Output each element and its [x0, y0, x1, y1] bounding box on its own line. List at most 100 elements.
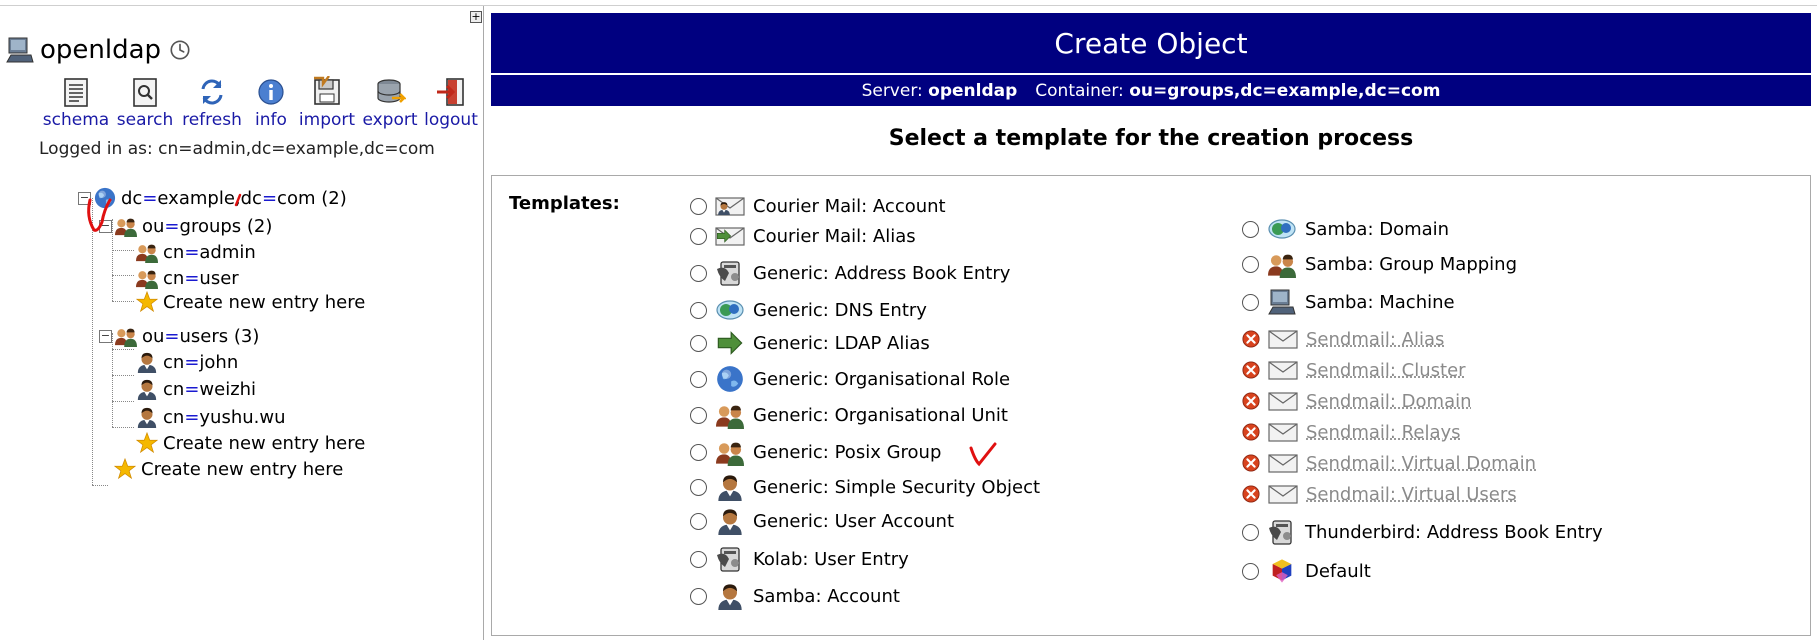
- tree-create-new-groups[interactable]: Create new entry here: [136, 289, 365, 315]
- template-option[interactable]: Courier Mail: Alias: [690, 221, 916, 251]
- template-label: Sendmail: Virtual Domain: [1306, 452, 1537, 474]
- tree-node-cn-admin[interactable]: cn=admin: [136, 239, 256, 265]
- tree-entry-label[interactable]: cn=john: [163, 352, 238, 373]
- info-button[interactable]: info: [246, 76, 296, 130]
- template-radio[interactable]: [690, 550, 707, 568]
- template-radio[interactable]: [690, 197, 707, 215]
- tree-create-new-users[interactable]: Create new entry here: [136, 430, 365, 456]
- template-label[interactable]: Kolab: User Entry: [753, 549, 909, 570]
- tree-users-label[interactable]: ou=users (3): [142, 326, 259, 347]
- template-label[interactable]: Generic: Posix Group: [753, 442, 941, 463]
- create-new-entry-link[interactable]: Create new entry here: [163, 292, 365, 313]
- mail-icon: [1268, 418, 1298, 446]
- template-radio[interactable]: [1242, 523, 1259, 541]
- template-label[interactable]: Thunderbird: Address Book Entry: [1305, 522, 1603, 543]
- template-option[interactable]: Thunderbird: Address Book Entry: [1242, 517, 1603, 547]
- template-radio[interactable]: [1242, 562, 1259, 580]
- template-radio[interactable]: [690, 406, 707, 424]
- export-button[interactable]: export: [358, 76, 422, 130]
- tree-node-root[interactable]: − dc=example,dc=com (2): [78, 185, 347, 211]
- create-new-entry-link[interactable]: Create new entry here: [163, 433, 365, 454]
- create-new-entry-link[interactable]: Create new entry here: [141, 459, 343, 480]
- refresh-button[interactable]: refresh: [178, 76, 246, 130]
- template-label[interactable]: Generic: Address Book Entry: [753, 263, 1010, 284]
- template-radio[interactable]: [690, 478, 707, 496]
- template-label[interactable]: Generic: Organisational Role: [753, 369, 1010, 390]
- template-option[interactable]: Generic: User Account: [690, 506, 954, 536]
- template-label[interactable]: Generic: User Account: [753, 511, 954, 532]
- template-option[interactable]: Generic: DNS Entry: [690, 295, 927, 325]
- clock-icon[interactable]: [169, 39, 191, 61]
- template-radio[interactable]: [690, 587, 707, 605]
- search-button[interactable]: search: [112, 76, 178, 130]
- template-option[interactable]: Generic: LDAP Alias: [690, 328, 930, 358]
- template-radio[interactable]: [690, 334, 707, 352]
- x-icon: [1242, 361, 1260, 379]
- import-button[interactable]: import: [296, 76, 358, 130]
- template-radio[interactable]: [690, 301, 707, 319]
- template-label[interactable]: Courier Mail: Account: [753, 196, 946, 217]
- template-option[interactable]: Default: [1242, 556, 1371, 586]
- tree-create-new-root[interactable]: Create new entry here: [114, 456, 343, 482]
- tree-entry-label[interactable]: cn=admin: [163, 242, 256, 263]
- checkmark-annotation: [969, 442, 997, 467]
- collapse-toggle[interactable]: −: [99, 329, 112, 343]
- template-option-disabled: Sendmail: Cluster: [1242, 355, 1466, 385]
- template-radio[interactable]: [1242, 255, 1259, 273]
- template-option[interactable]: Samba: Account: [690, 581, 900, 611]
- template-label[interactable]: Default: [1305, 561, 1371, 582]
- template-radio[interactable]: [1242, 293, 1259, 311]
- template-radio[interactable]: [690, 443, 707, 461]
- tree-entry-label[interactable]: cn=weizhi: [163, 379, 256, 400]
- template-option[interactable]: Samba: Group Mapping: [1242, 249, 1517, 279]
- template-label[interactable]: Courier Mail: Alias: [753, 226, 916, 247]
- template-option[interactable]: Kolab: User Entry: [690, 544, 909, 574]
- arrow-icon: [715, 329, 745, 357]
- x-icon: [1242, 423, 1260, 441]
- template-radio[interactable]: [1242, 220, 1259, 238]
- schema-button[interactable]: schema: [40, 76, 112, 130]
- tree-connector: [112, 401, 134, 402]
- template-option[interactable]: Generic: Simple Security Object: [690, 472, 1040, 502]
- tree-node-groups[interactable]: − ou=groups (2): [99, 213, 272, 239]
- server-name[interactable]: openldap: [40, 35, 161, 65]
- template-option[interactable]: Courier Mail: Account: [690, 191, 946, 221]
- template-option[interactable]: Generic: Address Book Entry: [690, 258, 1010, 288]
- user-icon: [136, 351, 158, 373]
- tree-node-users[interactable]: − ou=users (3): [99, 323, 259, 349]
- template-label[interactable]: Samba: Group Mapping: [1305, 254, 1517, 275]
- template-radio[interactable]: [690, 370, 707, 388]
- tree-groups-label[interactable]: ou=groups (2): [142, 216, 272, 237]
- template-radio[interactable]: [690, 227, 707, 245]
- logout-label: logout: [424, 110, 478, 130]
- template-option[interactable]: Samba: Domain: [1242, 214, 1449, 244]
- logout-icon: [437, 78, 464, 106]
- select-template-heading: Select a template for the creation proce…: [888, 126, 1414, 151]
- tree-entry-label[interactable]: cn=user: [163, 268, 239, 289]
- template-radio[interactable]: [690, 512, 707, 530]
- template-label[interactable]: Generic: Organisational Unit: [753, 405, 1008, 426]
- template-option[interactable]: Generic: Organisational Unit: [690, 400, 1008, 430]
- user-icon: [715, 582, 745, 610]
- star-icon: [136, 291, 158, 313]
- tree-node-cn-john[interactable]: cn=john: [136, 349, 238, 375]
- template-label[interactable]: Samba: Account: [753, 586, 900, 607]
- tree-node-cn-yushu[interactable]: cn=yushu.wu: [136, 404, 286, 430]
- template-label[interactable]: Generic: LDAP Alias: [753, 333, 930, 354]
- template-label[interactable]: Generic: Simple Security Object: [753, 477, 1040, 498]
- collapse-pane-button[interactable]: +: [470, 11, 482, 23]
- template-option[interactable]: Generic: Organisational Role: [690, 364, 1010, 394]
- default-icon: [1267, 557, 1297, 585]
- template-radio[interactable]: [690, 264, 707, 282]
- template-option[interactable]: Samba: Machine: [1242, 287, 1455, 317]
- logout-button[interactable]: logout: [422, 76, 480, 130]
- template-label[interactable]: Samba: Machine: [1305, 292, 1455, 313]
- tree-connector: [112, 349, 134, 350]
- template-option[interactable]: Generic: Posix Group: [690, 437, 941, 467]
- tree-node-cn-weizhi[interactable]: cn=weizhi: [136, 376, 256, 402]
- tree-entry-label[interactable]: cn=yushu.wu: [163, 407, 286, 428]
- template-label[interactable]: Generic: DNS Entry: [753, 300, 927, 321]
- template-label[interactable]: Samba: Domain: [1305, 219, 1449, 240]
- tree-node-cn-user[interactable]: cn=user: [136, 265, 239, 291]
- tree-connector: [112, 301, 134, 302]
